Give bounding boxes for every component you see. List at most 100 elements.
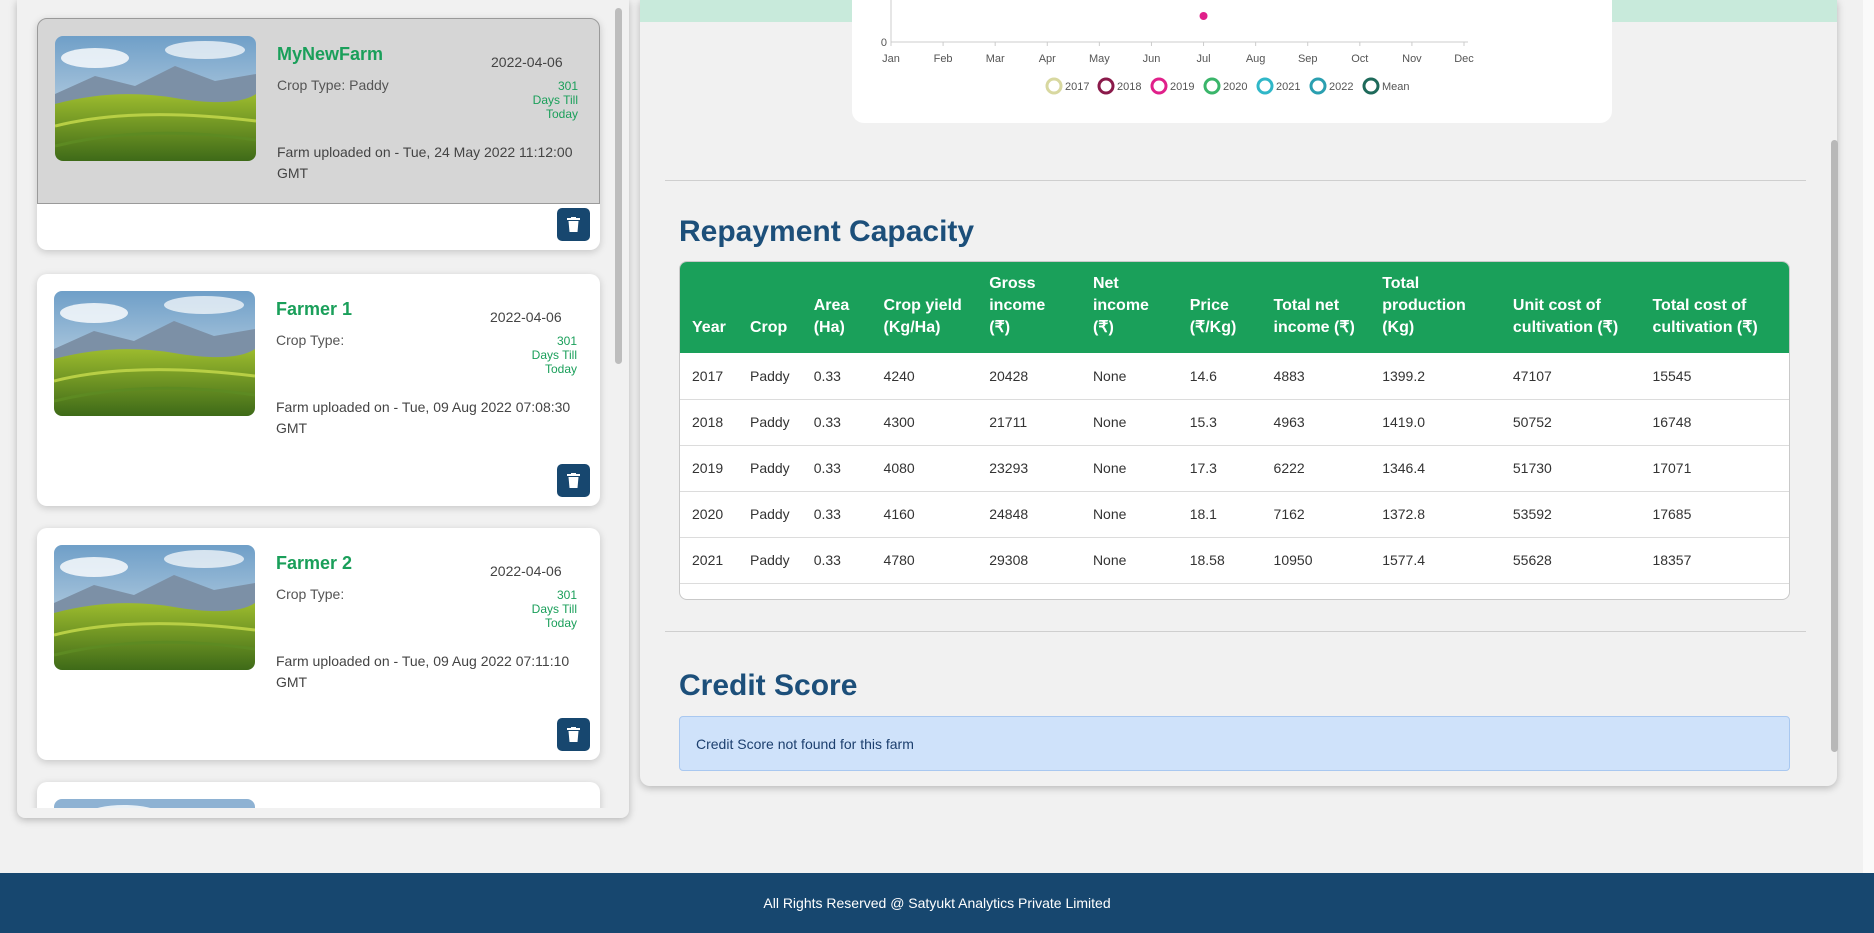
farm-card-body[interactable]: MyNewFarm 2022-04-06 Crop Type: Paddy 30…: [37, 18, 600, 204]
x-tick-label: May: [1089, 53, 1110, 65]
table-cell: 15545: [1640, 353, 1789, 400]
table-cell: Paddy: [737, 491, 802, 538]
table-cell: 4080: [871, 445, 978, 492]
days-count: 301: [556, 334, 577, 348]
delete-farm-button[interactable]: [557, 718, 590, 751]
farm-thumbnail: [54, 291, 255, 416]
trash-icon: [567, 473, 580, 488]
table-cell: 2017: [680, 353, 738, 400]
table-cell: Paddy: [737, 399, 802, 446]
legend-marker-2022: [1309, 77, 1327, 95]
legend-marker-2017: [1045, 77, 1063, 95]
table-cell: 24848: [977, 491, 1081, 538]
table-header-cell: Area (Ha): [813, 297, 850, 336]
farm-card-footer: [37, 460, 600, 506]
x-tick-label: Nov: [1402, 53, 1422, 65]
table-cell: 16748: [1640, 399, 1789, 446]
farm-card-body[interactable]: Farmer 2 2022-04-06 Crop Type: 301 Days …: [37, 528, 600, 714]
days-label: Days Till: [531, 602, 577, 616]
farm-card[interactable]: Farmer 2 2022-04-06 Crop Type: 301 Days …: [37, 528, 600, 760]
legend-marker-2020: [1203, 77, 1221, 95]
table-row: 2020 Paddy 0.33 4160 24848 None 18.1 7162 1372.8…: [680, 491, 1789, 538]
data-point-2019: [1199, 12, 1208, 20]
delete-farm-button[interactable]: [557, 208, 590, 241]
farm-card-body[interactable]: Farmer 1 2022-04-06 Crop Type: 301 Days …: [37, 274, 600, 460]
table-cell: 2021: [680, 537, 738, 584]
legend-label-mean: Mean: [1382, 81, 1410, 93]
trash-icon: [567, 217, 580, 232]
monthly-chart: 0 Jan Feb Mar Apr May Jun Jul Aug Sep Oct Nov Dec 201…: [881, 0, 1474, 95]
farm-list-panel: MyNewFarm 2022-04-06 Crop Type: Paddy 30…: [17, 0, 629, 818]
table-cell: None: [1080, 537, 1178, 584]
legend-label-2020: 2020: [1223, 81, 1247, 93]
table-cell: 29308: [977, 537, 1081, 584]
repayment-capacity-title: Repayment Capacity: [679, 215, 975, 248]
legend-marker-2018: [1097, 77, 1115, 95]
farm-date: 2022-04-06: [490, 563, 562, 579]
table-cell: 18357: [1640, 537, 1789, 584]
farm-date: 2022-04-06: [491, 54, 563, 70]
legend-label-2021: 2021: [1276, 81, 1300, 93]
table-cell: 14.6: [1177, 353, 1262, 400]
farm-name: MyNewFarm: [277, 44, 384, 64]
farm-list-scrollbar[interactable]: [615, 8, 622, 364]
legend-marker-2019: [1150, 77, 1168, 95]
farm-card-footer: [37, 204, 600, 250]
farm-card-footer: [37, 714, 600, 760]
table-cell: 2019: [680, 445, 738, 492]
farm-card[interactable]: MyNewFarm 2022-04-06 Crop Type: Paddy 30…: [37, 18, 600, 250]
table-body: 2017 Paddy 0.33 4240 20428 None 14.6 4883 1399.2…: [680, 353, 1789, 584]
x-tick-label: Sep: [1298, 53, 1318, 65]
table-cell: 4240: [871, 353, 978, 400]
table-row: 2019 Paddy 0.33 4080 23293 None 17.3 6222 1346.4…: [680, 445, 1789, 492]
crop-type: Crop Type: Paddy: [277, 77, 389, 93]
table-cell: None: [1080, 491, 1178, 538]
table-header-cell: Net income (₹): [1092, 275, 1149, 336]
table-cell: None: [1080, 353, 1178, 400]
legend-label-2022: 2022: [1329, 81, 1353, 93]
farm-thumbnail: [54, 545, 255, 670]
farm-card[interactable]: Farmer 1 2022-04-06 Crop Type: 301 Days …: [37, 274, 600, 506]
table-cell: 17685: [1640, 491, 1789, 538]
table-cell: 55628: [1500, 537, 1641, 584]
farm-list[interactable]: MyNewFarm 2022-04-06 Crop Type: Paddy 30…: [17, 0, 611, 808]
days-till-today: 301 Days Till Today: [478, 79, 578, 121]
table-cell: 0.33: [801, 491, 872, 538]
table-header-cell: Total cost of cultivation (₹): [1652, 297, 1758, 336]
page-footer: All Rights Reserved @ Satyukt Analytics …: [0, 873, 1874, 933]
table-cell: 4160: [871, 491, 978, 538]
farm-thumbnail: [54, 799, 255, 808]
repayment-table-container[interactable]: Year Crop Area (Ha) Crop yield (Kg/Ha) Gross…: [679, 261, 1790, 600]
table-cell: 18.58: [1177, 537, 1262, 584]
table-cell: 6222: [1261, 445, 1371, 492]
table-cell: 17071: [1640, 445, 1789, 492]
upload-date: Farm uploaded on - Tue, 09 Aug 2022 07:0…: [276, 399, 571, 436]
crop-type: Crop Type:: [276, 586, 345, 602]
upload-date: Farm uploaded on - Tue, 24 May 2022 11:1…: [277, 144, 573, 181]
delete-farm-button[interactable]: [557, 464, 590, 497]
table-cell: 18.1: [1177, 491, 1262, 538]
table-cell: 17.3: [1177, 445, 1262, 492]
table-cell: 2018: [680, 399, 738, 446]
section-divider: [665, 180, 1806, 181]
page-scrollbar[interactable]: [1831, 140, 1838, 752]
farm-detail-panel: 0 Jan Feb Mar Apr May Jun Jul Aug Sep Oct Nov Dec 201…: [640, 0, 1837, 786]
table-cell: Paddy: [737, 537, 802, 584]
table-cell: 0.33: [801, 353, 872, 400]
page-scrollbar-track[interactable]: [1863, 0, 1874, 873]
table-cell: 47107: [1500, 353, 1641, 400]
days-count: 301: [556, 588, 577, 602]
table-cell: 1372.8: [1370, 491, 1501, 538]
y-tick-label: 0: [881, 37, 887, 49]
table-cell: 53592: [1500, 491, 1641, 538]
x-tick-label: Oct: [1351, 53, 1368, 65]
farm-card[interactable]: [37, 782, 600, 808]
table-cell: 51730: [1500, 445, 1641, 492]
legend-label-2017: 2017: [1065, 81, 1089, 93]
table-cell: 1399.2: [1370, 353, 1501, 400]
repayment-table: Year Crop Area (Ha) Crop yield (Kg/Ha) Gross…: [680, 262, 1789, 584]
table-cell: Paddy: [737, 353, 802, 400]
farm-name: Farmer 1: [276, 299, 353, 319]
table-cell: 0.33: [801, 399, 872, 446]
table-cell: None: [1080, 399, 1178, 446]
